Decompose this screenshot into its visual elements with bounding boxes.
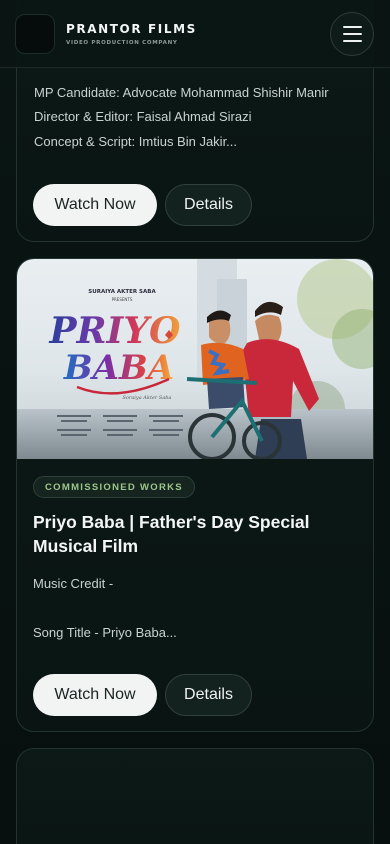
- watch-now-button[interactable]: Watch Now: [33, 184, 157, 226]
- watch-now-button[interactable]: Watch Now: [33, 674, 157, 716]
- brand-name: PRANTOR FILMS: [66, 21, 197, 36]
- description-line: Song Title - Priyo Baba...: [33, 625, 177, 640]
- credit-line: Concept & Script: Imtius Bin Jakir...: [34, 134, 238, 149]
- project-card: SURAIYA AKTER SABA PRESENTS PRIYO BABA S…: [16, 258, 374, 732]
- thumbnail-signature: Soraiya Akter Saba: [123, 395, 172, 401]
- description-line: Music Credit -: [33, 576, 114, 591]
- logo[interactable]: [15, 13, 55, 54]
- project-card: [16, 748, 374, 844]
- project-title: Priyo Baba | Father's Day Special Musica…: [33, 512, 310, 556]
- thumbnail-title-line2: BABA: [63, 348, 174, 388]
- menu-button[interactable]: [330, 12, 374, 56]
- details-button[interactable]: Details: [165, 184, 252, 226]
- video-thumbnail[interactable]: SURAIYA AKTER SABA PRESENTS PRIYO BABA S…: [17, 259, 373, 459]
- hamburger-icon-line: [342, 33, 362, 35]
- thumbnail-artwork: SURAIYA AKTER SABA PRESENTS PRIYO BABA S…: [17, 259, 373, 459]
- brand[interactable]: PRANTOR FILMS VIDEO PRODUCTION COMPANY: [66, 22, 197, 46]
- details-button[interactable]: Details: [165, 674, 252, 716]
- thumbnail-title-line1: PRIYO: [49, 310, 182, 352]
- credit-line: MP Candidate: Advocate Mohammad Shishir …: [34, 85, 329, 100]
- hamburger-icon-line: [342, 40, 362, 42]
- page: MP Candidate: Advocate Mohammad Shishir …: [0, 0, 390, 844]
- site-header: PRANTOR FILMS VIDEO PRODUCTION COMPANY: [0, 0, 390, 68]
- credit-line: Director & Editor: Faisal Ahmad Sirazi: [34, 109, 252, 124]
- hamburger-icon-line: [342, 26, 362, 28]
- brand-tagline: VIDEO PRODUCTION COMPANY: [66, 39, 178, 46]
- category-badge: COMMISSIONED WORKS: [33, 476, 195, 498]
- presenter-text: SURAIYA AKTER SABA: [88, 289, 156, 295]
- presents-text: PRESENTS: [112, 297, 133, 302]
